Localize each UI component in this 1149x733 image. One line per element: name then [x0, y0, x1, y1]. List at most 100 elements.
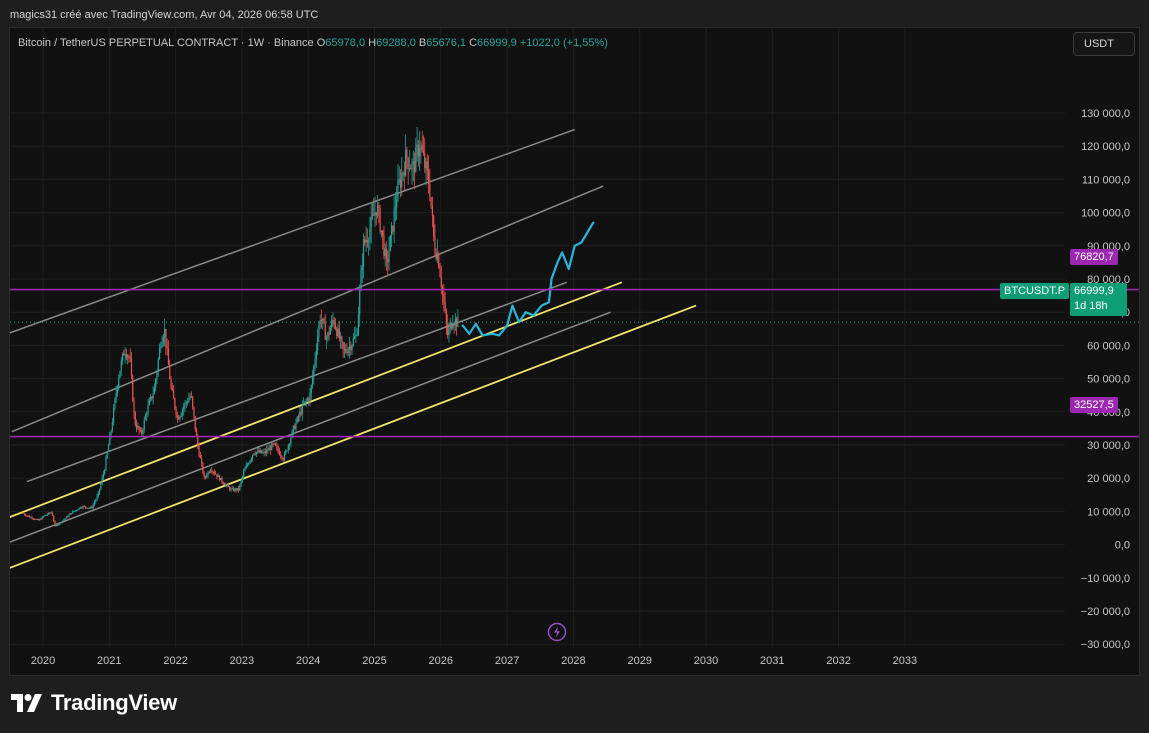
lightning-bolt-icon[interactable] [547, 622, 567, 642]
candle-body [235, 488, 237, 491]
candle-body [206, 475, 208, 477]
candle-body [239, 484, 241, 491]
x-tick-label: 2023 [230, 655, 254, 667]
candle-body [229, 486, 231, 491]
candle-body [151, 396, 153, 399]
candle-body [178, 417, 180, 420]
candle-body [245, 465, 247, 469]
candle-body [252, 455, 254, 459]
candle-body [167, 348, 170, 365]
y-tick-label: 100 000,0 [1081, 208, 1130, 220]
candle-body [314, 358, 316, 366]
candle-body [115, 392, 117, 399]
candle-body [282, 458, 284, 460]
candle-body [402, 172, 404, 174]
plot-layer [10, 28, 1065, 648]
y-tick-label: 30 000,0 [1087, 440, 1130, 452]
candle-body [369, 229, 371, 242]
candle-body [405, 149, 407, 176]
candle-body [264, 451, 266, 453]
candle-body [32, 518, 34, 520]
candle-body [383, 235, 385, 257]
currency-button[interactable]: USDT [1073, 32, 1135, 56]
candle-body [128, 356, 130, 358]
candle-body [31, 517, 33, 519]
candle-body [33, 518, 36, 520]
candle-body [222, 482, 224, 484]
candle-body [202, 463, 204, 473]
candle-body [419, 148, 421, 157]
candle-body [42, 516, 45, 518]
candle-body [387, 258, 389, 263]
candle-body [429, 184, 431, 198]
candle-body [315, 350, 317, 359]
candle-body [246, 464, 249, 466]
candle-body [304, 401, 306, 404]
candle-body [365, 240, 367, 243]
candle-body [165, 328, 167, 347]
candle-body [356, 334, 358, 336]
candle-body [175, 407, 177, 416]
candle-body [76, 510, 78, 512]
chart-area[interactable]: 130 000,0 120 000,0 110 000,0 100 000,0 90 0… [9, 27, 1140, 676]
candle-body [84, 506, 87, 508]
candle-body [370, 216, 372, 230]
candle-body [343, 348, 346, 350]
candle-body [215, 473, 217, 475]
y-tick-label: 0,0 [1115, 540, 1130, 552]
channel-line-yellow [10, 304, 697, 569]
candle-body [396, 199, 398, 208]
price-chart[interactable]: 130 000,0120 000,0110 000,0100 000,090 0… [10, 28, 1139, 675]
candle-body [384, 248, 386, 257]
candle-body [185, 402, 187, 404]
candle-body [248, 463, 250, 465]
candle-body [376, 205, 379, 216]
current-price-value: 66999,9 [1074, 285, 1114, 297]
candle-body [212, 471, 214, 473]
candle-body [218, 475, 221, 481]
candle-body [448, 328, 450, 336]
candle-body [390, 225, 393, 236]
tradingview-logo[interactable]: TradingView [11, 690, 177, 716]
candle-body [116, 386, 119, 393]
candle-body [339, 336, 342, 339]
candle-body [290, 437, 292, 444]
candle-body [78, 507, 80, 510]
candle-body [179, 416, 181, 420]
candle-body [317, 337, 319, 351]
candle-body [220, 477, 222, 481]
candle-body [101, 477, 103, 484]
candle-body [309, 393, 311, 401]
tradingview-logo-icon [11, 694, 42, 712]
candle-body [81, 507, 83, 509]
brand-name: TradingView [51, 690, 177, 715]
candle-body [158, 348, 161, 360]
candle-body [263, 451, 265, 453]
candle-body [68, 514, 70, 517]
x-tick-label: 2026 [429, 655, 453, 667]
candle-body [153, 387, 156, 394]
x-tick-label: 2027 [495, 655, 519, 667]
y-tick-label: −20 000,0 [1081, 606, 1130, 618]
candle-body [188, 398, 190, 403]
candle-body [327, 332, 329, 339]
y-tick-label: 20 000,0 [1087, 473, 1130, 485]
y-tick-label: 10 000,0 [1087, 506, 1130, 518]
candle-body [119, 371, 121, 378]
candle-body [447, 324, 449, 336]
candle-body [382, 230, 384, 236]
candle-body [192, 396, 194, 407]
candle-body [399, 179, 402, 188]
candle-body [313, 365, 315, 377]
candle-body [208, 472, 210, 474]
candle-body [184, 402, 186, 407]
candle-body [420, 145, 422, 149]
candle-body [73, 511, 75, 513]
candle-body [63, 519, 65, 521]
candle-body [292, 425, 295, 431]
candle-body [198, 446, 200, 456]
y-tick-label: −10 000,0 [1081, 573, 1130, 585]
candle-body [375, 212, 377, 216]
candle-body [183, 406, 185, 410]
candle-body [181, 409, 184, 415]
